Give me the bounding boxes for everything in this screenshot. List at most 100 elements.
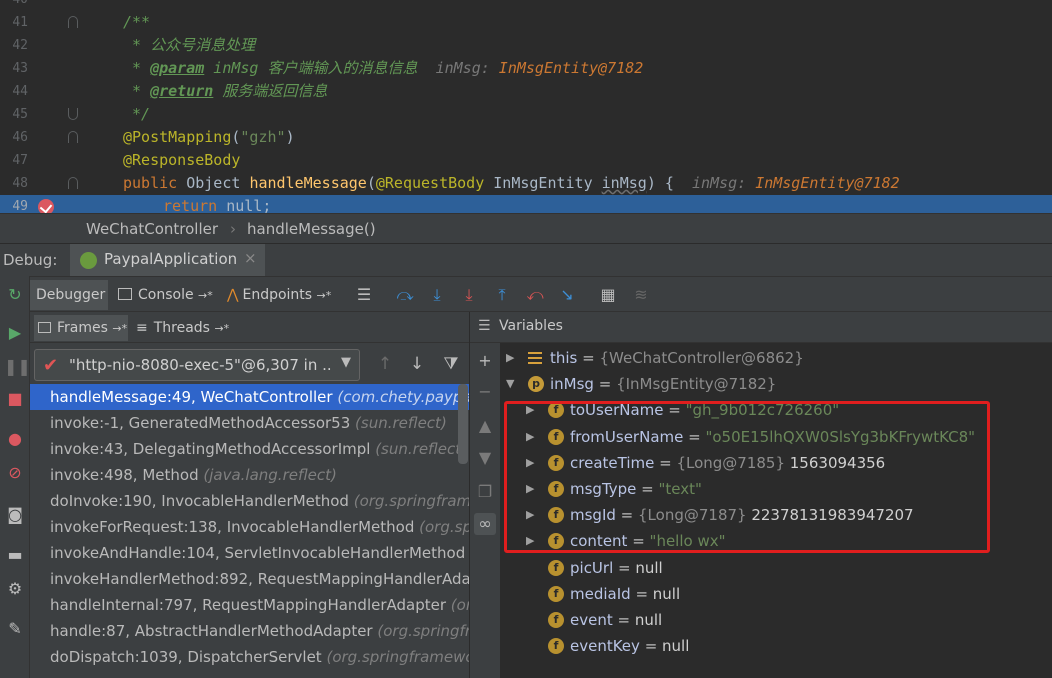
tab-console[interactable]: Console →* (114, 280, 220, 310)
variable-row[interactable]: f event = null (470, 607, 1052, 633)
return-statement: return null; (163, 197, 272, 213)
variable-row[interactable]: f mediaId = null (470, 581, 1052, 607)
drop-frame-icon[interactable]: ⤺ (525, 285, 545, 305)
evaluate-expression-icon[interactable]: ▦ (598, 285, 618, 305)
frame-row[interactable]: invoke:43, DelegatingMethodAccessorImpl … (30, 436, 469, 462)
frame-row[interactable]: invoke:-1, GeneratedMethodAccessor53 (su… (30, 410, 469, 436)
variable-row[interactable]: ▶ this = {WeChatController@6862} (470, 345, 1052, 371)
breadcrumb-separator-icon: › (230, 220, 236, 238)
frames-icon (38, 322, 51, 333)
variable-text: inMsg = {InMsgEntity@7182} (550, 371, 776, 397)
tab-endpoints[interactable]: ⋀ Endpoints →* (225, 280, 347, 310)
code-line: 41 /** (0, 11, 1052, 34)
code-editor[interactable]: 40 41 /** 42 * 公众号消息处理 43 * @param inMsg… (0, 0, 1052, 213)
frames-panel: Frames →* ≡ Threads →* ✔ "http-nio-8080-e… (30, 312, 470, 678)
close-icon[interactable]: × (244, 249, 257, 267)
run-tab-label: PaypalApplication (104, 250, 238, 268)
line-number: 40 (0, 0, 28, 11)
frames-scrollbar[interactable] (458, 384, 468, 464)
variable-equals: = (630, 584, 653, 603)
fold-icon[interactable] (68, 108, 78, 120)
frame-package: (java.lang.reflect) (203, 466, 337, 484)
expand-arrow-icon[interactable]: ▶ (506, 345, 514, 371)
tab-paypal-application[interactable]: PaypalApplication × (70, 244, 265, 277)
tab-threads[interactable]: ≡ Threads →* (134, 315, 234, 341)
frame-method: invokeForRequest:138, InvocableHandlerMe… (50, 518, 420, 536)
stop-icon[interactable]: ■ (4, 388, 26, 410)
view-breakpoints-icon[interactable]: ● (4, 428, 26, 450)
menu-icon[interactable]: ☰ (354, 285, 374, 305)
variable-row[interactable]: f picUrl = null (470, 555, 1052, 581)
pin-icon[interactable]: →* (112, 322, 127, 335)
current-execution-line: 49 return null; (0, 195, 1052, 213)
annotation-line: @ResponseBody (123, 151, 241, 169)
show-execution-point-icon[interactable]: ⤼ (395, 285, 415, 305)
frame-package: (com.chety.paypal. (337, 388, 470, 406)
step-over-icon[interactable]: ⤓ (427, 285, 447, 305)
variable-text: event = null (570, 607, 662, 633)
tab-label: Console (138, 287, 194, 303)
arrow-down-icon[interactable]: ↓ (406, 353, 428, 375)
frame-row[interactable]: invokeHandlerMethod:892, RequestMappingH… (30, 566, 469, 592)
inline-debug-label: inMsg: (691, 174, 747, 192)
field-icon: f (548, 612, 564, 628)
camera-icon[interactable]: ◙ (4, 504, 26, 526)
pin-icon[interactable]: →* (198, 289, 213, 302)
fold-icon[interactable] (68, 16, 78, 28)
line-number: 42 (12, 38, 28, 53)
mute-breakpoints-icon[interactable]: ⊘ (4, 462, 26, 484)
filter-icon[interactable]: ⧩ (440, 353, 462, 375)
frame-package: (org.spri (419, 518, 469, 536)
frame-row[interactable]: doDispatch:1039, DispatcherServlet (org.… (30, 644, 469, 670)
field-icon: f (548, 638, 564, 655)
gear-icon[interactable]: ⚙ (4, 578, 26, 600)
frames-list: handleMessage:49, WeChatController (com.… (30, 384, 470, 678)
line-number: 43 (12, 61, 28, 76)
variables-icon: ☰ (478, 318, 491, 334)
frame-row[interactable]: invoke:498, Method (java.lang.reflect) (30, 462, 469, 488)
step-out-icon[interactable]: ⤒ (492, 285, 512, 305)
frame-package: (sun.reflect) (375, 440, 467, 458)
frame-row[interactable]: handle:87, AbstractHandlerMethodAdapter … (30, 618, 469, 644)
variables-panel: ☰ Variables + − ▲ ▼ ❐ ∞ ▶ this = {WeChatC… (470, 312, 1052, 678)
variable-name: inMsg (550, 375, 594, 394)
chevron-down-icon: ▼ (341, 355, 351, 370)
frame-row[interactable]: invokeForRequest:138, InvocableHandlerMe… (30, 514, 469, 540)
annotation-line: @PostMapping("gzh") (123, 128, 295, 146)
frame-method: doDispatch:1039, DispatcherServlet (50, 648, 327, 666)
expanded-arrow-icon[interactable]: ▼ (506, 371, 514, 397)
layout-icon[interactable]: ▬ (4, 544, 26, 566)
tab-frames[interactable]: Frames →* (34, 315, 128, 341)
variable-row[interactable]: ▼ p inMsg = {InMsgEntity@7182} (470, 371, 1052, 397)
pin-icon[interactable]: →* (317, 289, 332, 302)
fold-icon[interactable] (68, 131, 78, 143)
thread-dropdown[interactable]: ✔ "http-nio-8080-exec-5"@6,307 in ... ▼ (34, 349, 360, 381)
frame-row[interactable]: invokeAndHandle:104, ServletInvocableHan… (30, 540, 469, 566)
frame-row[interactable]: handleInternal:797, RequestMappingHandle… (30, 592, 469, 618)
variable-equals: = (593, 375, 617, 394)
variable-row[interactable]: f eventKey = null (470, 633, 1052, 659)
frame-method: invoke:43, DelegatingMethodAccessorImpl (50, 440, 376, 458)
resume-icon[interactable]: ▶ (4, 322, 26, 344)
pin-icon[interactable]: →* (214, 322, 229, 335)
javadoc-close: */ (123, 105, 151, 123)
step-into-icon[interactable]: ⤓ (459, 285, 479, 305)
code-line: 43 * @param inMsg 客户端输入的消息信息 inMsg: InMs… (0, 57, 1052, 80)
variable-equals: = (577, 349, 600, 367)
debug-label: Debug: (3, 251, 58, 269)
field-icon: f (548, 585, 564, 602)
parameter-icon: p (528, 376, 544, 393)
breadcrumb-method[interactable]: handleMessage() (247, 220, 376, 238)
frame-row[interactable]: doInvoke:190, InvocableHandlerMethod (or… (30, 488, 469, 514)
breadcrumb-class[interactable]: WeChatController (86, 220, 218, 238)
rerun-icon[interactable]: ↻ (4, 284, 26, 306)
run-to-cursor-icon[interactable]: ↘ (557, 285, 577, 305)
frame-row[interactable]: handleMessage:49, WeChatController (com.… (30, 384, 470, 410)
code-line: 42 * 公众号消息处理 (0, 34, 1052, 57)
thread-selected-value: "http-nio-8080-exec-5"@6,307 in ... (69, 356, 331, 374)
pin-icon[interactable]: ✎ (4, 618, 26, 640)
tab-debugger[interactable]: Debugger (30, 280, 108, 310)
fold-icon[interactable] (68, 177, 78, 189)
breakpoint-icon[interactable] (38, 199, 54, 213)
variable-text: this = {WeChatController@6862} (550, 345, 804, 371)
